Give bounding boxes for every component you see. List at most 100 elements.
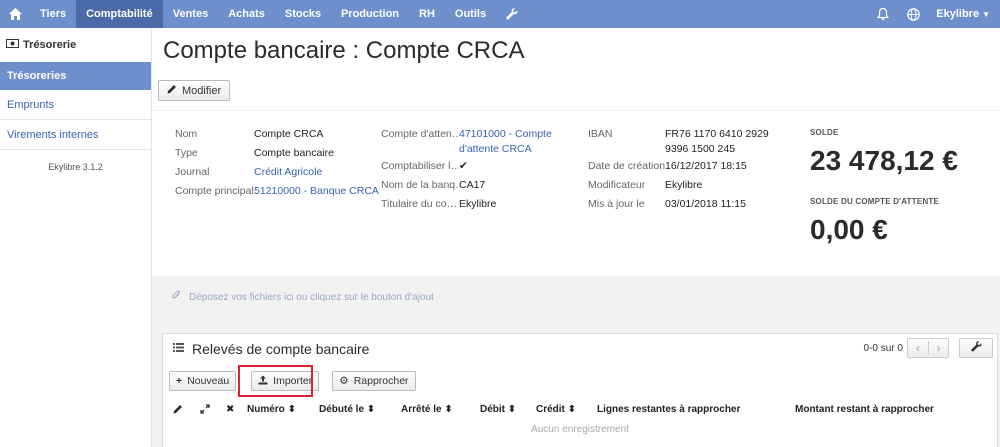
col-debit[interactable]: Débit ⬍: [480, 404, 516, 415]
nav-comptabilite[interactable]: Comptabilité: [76, 0, 163, 28]
file-dropzone[interactable]: Déposez vos fichiers ici ou cliquez sur …: [172, 290, 434, 304]
details-col-3: IBAN FR76 1170 6410 2929 9396 1500 245 Da…: [588, 127, 769, 216]
col-credit[interactable]: Crédit ⬍: [536, 404, 576, 415]
top-navbar: Tiers Comptabilité Ventes Achats Stocks …: [0, 0, 1000, 28]
sidebar-item-virements-internes[interactable]: Virements internes: [0, 120, 151, 150]
edit-pencil-icon[interactable]: [173, 404, 183, 417]
col-montant-restant[interactable]: Montant restant à rapprocher: [795, 404, 934, 415]
value-modificateur: Ekylibre: [665, 179, 703, 191]
value-type: Compte bancaire: [254, 147, 334, 159]
app-version: Ekylibre 3.1.2: [48, 162, 103, 172]
link-compte-principal[interactable]: 51210000 - Banque CRCA: [254, 184, 379, 203]
wrench-icon: [970, 341, 982, 355]
dropzone-text: Déposez vos fichiers ici ou cliquez sur …: [189, 291, 434, 303]
nav-ventes[interactable]: Ventes: [163, 0, 218, 28]
nav-production[interactable]: Production: [331, 0, 409, 28]
value-titulaire: Ekylibre: [459, 198, 497, 210]
label-compte-attente: Compte d'atten…: [381, 128, 459, 140]
nav-tiers[interactable]: Tiers: [30, 0, 76, 28]
col-debit-label: Débit: [480, 404, 505, 415]
value-iban: FR76 1170 6410 2929 9396 1500 245: [665, 127, 769, 159]
nav-achats[interactable]: Achats: [218, 0, 275, 28]
delete-x-icon[interactable]: ✖: [226, 404, 234, 415]
sidebar-section-label: Trésorerie: [23, 39, 77, 51]
nav-outils[interactable]: Outils: [445, 0, 496, 28]
label-modificateur: Modificateur: [588, 179, 646, 191]
importer-highlight-box: [238, 365, 313, 397]
chevron-right-icon[interactable]: ›: [928, 341, 948, 355]
sidebar-item-tresoreries[interactable]: Trésoreries: [0, 62, 151, 90]
col-arrete-le-label: Arrêté le: [401, 404, 442, 415]
expand-arrows-icon[interactable]: [200, 404, 210, 417]
link-compte-attente-line1: 47101000 - Compte: [459, 128, 552, 140]
pagination: 0-0 sur 0 ‹ ›: [864, 338, 997, 358]
bell-icon[interactable]: [868, 0, 898, 28]
label-type: Type: [175, 147, 198, 159]
releves-panel: Relevés de compte bancaire 0-0 sur 0 ‹ ›: [162, 333, 998, 447]
empty-table-message: Aucun enregistrement: [531, 424, 629, 435]
wrench-icon[interactable]: [496, 0, 528, 28]
releves-table-header: ✖ Numéro ⬍ Débuté le ⬍ Arrêté le ⬍ Débit…: [163, 402, 997, 420]
main-content: Compte bancaire : Compte CRCA Modifier N…: [152, 28, 1000, 447]
pencil-icon: [167, 84, 177, 97]
col-numero[interactable]: Numéro ⬍: [247, 404, 296, 415]
value-iban-line1: FR76 1170 6410 2929: [665, 128, 769, 140]
link-compte-attente-line2: d'attente CRCA: [459, 143, 532, 155]
releves-panel-header: Relevés de compte bancaire 0-0 sur 0 ‹ ›: [163, 334, 997, 364]
paperclip-icon: [172, 290, 181, 304]
solde-attente-value: 0,00 €: [810, 214, 888, 245]
sidebar-section-title: Trésorerie: [0, 28, 151, 62]
chevron-left-icon[interactable]: ‹: [908, 341, 928, 355]
solde-block: SOLDE 23 478,12 € SOLDE DU COMPTE D'ATTE…: [810, 128, 958, 246]
nouveau-button[interactable]: + Nouveau: [169, 371, 237, 391]
label-nom-banque: Nom de la banq…: [381, 179, 459, 191]
rapprocher-label: Rapprocher: [353, 375, 409, 387]
col-arrete-le[interactable]: Arrêté le ⬍: [401, 404, 453, 415]
solde-value: 23 478,12 €: [810, 145, 958, 176]
checkbox-checked-icon: ✔: [459, 160, 468, 172]
col-debute-le[interactable]: Débuté le ⬍: [319, 404, 375, 415]
pager-buttons: ‹ ›: [907, 338, 949, 358]
solde-attente-label: SOLDE DU COMPTE D'ATTENTE: [810, 197, 939, 206]
link-compte-attente[interactable]: 47101000 - Compte d'attente CRCA: [459, 127, 552, 159]
list-icon: [173, 343, 184, 355]
col-numero-label: Numéro: [247, 404, 285, 415]
link-journal[interactable]: Crédit Agricole: [254, 165, 322, 184]
label-iban: IBAN: [588, 128, 613, 140]
label-journal: Journal: [175, 166, 210, 178]
col-lignes-restantes[interactable]: Lignes restantes à rapprocher: [597, 404, 740, 415]
user-menu[interactable]: Ekylibre ▼: [928, 8, 1000, 20]
settings-wrench-button[interactable]: [959, 338, 993, 358]
label-comptabiliser: Comptabiliser l…: [381, 160, 459, 172]
value-nom: Compte CRCA: [254, 128, 324, 140]
label-date-creation: Date de création: [588, 160, 665, 172]
label-mis-a-jour: Mis à jour le: [588, 198, 645, 210]
pager-count: 0-0 sur 0: [863, 342, 903, 354]
page-title: Compte bancaire : Compte CRCA: [163, 37, 525, 64]
value-mis-a-jour: 03/01/2018 11:15: [665, 198, 746, 210]
rapprocher-button[interactable]: ⚙ Rapprocher: [332, 371, 416, 391]
caret-down-icon: ▼: [982, 9, 990, 19]
label-titulaire: Titulaire du co…: [381, 198, 458, 210]
value-date-creation: 16/12/2017 18:15: [665, 160, 747, 172]
modifier-button[interactable]: Modifier: [158, 80, 231, 101]
label-nom: Nom: [175, 128, 198, 140]
value-nom-banque: CA17: [459, 179, 486, 191]
col-credit-label: Crédit: [536, 404, 565, 415]
col-debute-le-label: Débuté le: [319, 404, 365, 415]
attachments-and-statements-area: Déposez vos fichiers ici ou cliquez sur …: [152, 276, 1000, 447]
modifier-label: Modifier: [182, 84, 222, 97]
globe-icon[interactable]: [898, 0, 928, 28]
sidebar: Trésorerie Trésoreries Emprunts Virement…: [0, 28, 152, 447]
nav-rh[interactable]: RH: [409, 0, 445, 28]
solde-label: SOLDE: [810, 128, 839, 137]
gear-icon: ⚙: [339, 375, 349, 387]
user-name: Ekylibre: [936, 8, 980, 20]
nav-stocks[interactable]: Stocks: [275, 0, 331, 28]
home-icon[interactable]: [0, 0, 30, 28]
releves-title: Relevés de compte bancaire: [192, 341, 370, 357]
sidebar-item-emprunts[interactable]: Emprunts: [0, 90, 151, 120]
value-iban-line2: 9396 1500 245: [665, 143, 736, 155]
account-details: Nom Compte CRCA Type Compte bancaire Journ…: [152, 110, 1000, 276]
details-col-2: Compte d'atten… 47101000 - Compte d'atten…: [381, 127, 552, 216]
